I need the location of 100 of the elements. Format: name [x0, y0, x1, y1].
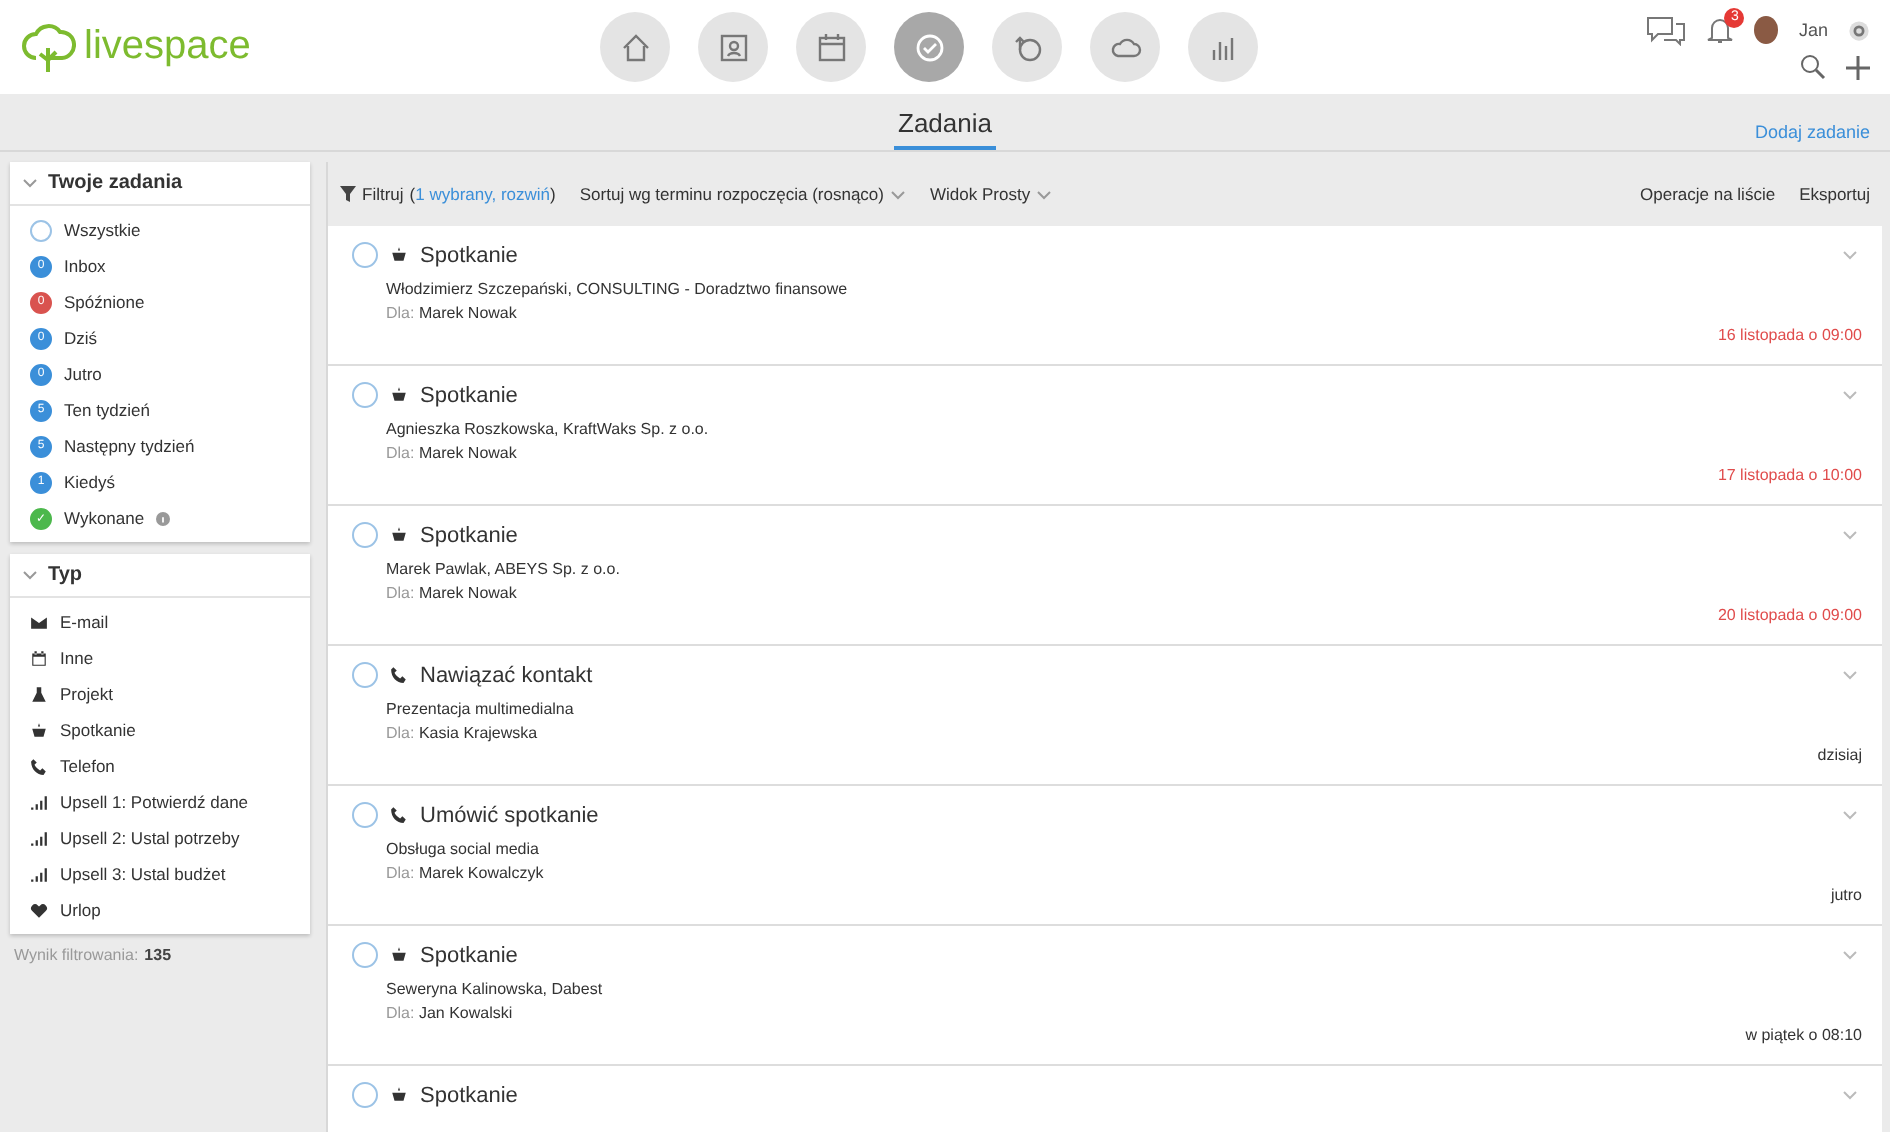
expand-icon[interactable] [1842, 250, 1858, 260]
assignee-label: Dla: [386, 1004, 415, 1022]
filter-label[interactable]: Filtruj [362, 184, 404, 204]
task-title: Spotkanie [420, 943, 518, 967]
expand-icon[interactable] [1842, 390, 1858, 400]
assignee-label: Dla: [386, 444, 415, 462]
assignee-label: Dla: [386, 304, 415, 322]
filter-item[interactable]: Wykonane [64, 508, 145, 528]
flask-icon [30, 685, 48, 703]
task-title: Spotkanie [420, 243, 518, 267]
type-item[interactable]: Urlop [60, 900, 101, 920]
expand-icon[interactable] [1842, 530, 1858, 540]
envelope-icon [30, 613, 48, 631]
task-title: Spotkanie [420, 1083, 518, 1107]
view-dropdown[interactable]: Widok Prosty [930, 184, 1031, 204]
due-date: 16 listopada o 09:00 [1717, 326, 1862, 344]
task-card[interactable]: Spotkanie Włodzimierz Szczepański, CONSULTING - Doradztwo finansowe Dla: Marek Nowak 16 listopada o 09:00 [328, 226, 1882, 366]
list-operations-link[interactable]: Operacje na liście [1640, 184, 1776, 204]
task-checkbox[interactable] [352, 662, 378, 688]
filter-item[interactable]: Jutro [64, 364, 102, 384]
bell-icon[interactable] [1706, 15, 1735, 45]
expand-icon[interactable] [1842, 1090, 1858, 1100]
task-checkbox[interactable] [352, 942, 378, 968]
caret-icon[interactable] [890, 189, 906, 199]
filter-item[interactable]: Wszystkie [64, 220, 141, 240]
assignee-label: Dla: [386, 724, 415, 742]
type-item[interactable]: Upsell 2: Ustal potrzeby [60, 828, 240, 848]
task-subject: Agnieszka Roszkowska, KraftWaks Sp. z o.o. [386, 420, 711, 438]
nav-button[interactable] [1188, 12, 1258, 82]
check-circle-icon [913, 31, 945, 63]
task-title: Umówić spotkanie [420, 803, 599, 827]
plus-icon[interactable] [1846, 55, 1870, 79]
task-checkbox[interactable] [352, 522, 378, 548]
task-card[interactable]: Spotkanie Marek Pawlak, ABEYS Sp. z o.o. Dla: Marek Nowak 20 listopada o 09:00 [328, 506, 1882, 646]
assignee-label: Dla: [386, 584, 415, 602]
assignee-label: Dla: [386, 864, 415, 882]
assignee-name: Marek Nowak [418, 584, 517, 602]
settings-icon[interactable] [1848, 19, 1870, 41]
expand-icon[interactable] [1842, 950, 1858, 960]
bars-icon [30, 793, 48, 811]
filter-item[interactable]: Inbox [64, 256, 106, 276]
assignee-name: Kasia Krajewska [418, 724, 538, 742]
chat-icon[interactable] [1646, 14, 1687, 46]
expand-icon[interactable] [1842, 670, 1858, 680]
collapse-icon[interactable] [22, 570, 38, 580]
task-subject: Marek Pawlak, ABEYS Sp. z o.o. [386, 560, 622, 578]
search-icon[interactable] [1800, 54, 1826, 80]
coffee-cup-icon [390, 246, 408, 264]
task-subject: Obsługa social media [386, 840, 541, 858]
filter-item[interactable]: Następny tydzień [64, 436, 195, 456]
task-card[interactable]: Spotkanie [328, 1066, 1882, 1132]
house-icon [619, 31, 651, 63]
bars-icon [30, 829, 48, 847]
sort-dropdown[interactable]: Sortuj wg terminu rozpoczęcia (rosnąco) [579, 184, 884, 204]
filter-item[interactable]: Ten tydzień [64, 400, 150, 420]
task-card[interactable]: Umówić spotkanie Obsługa social media Dla: Marek Kowalczyk jutro [328, 786, 1882, 926]
task-card[interactable]: Spotkanie Seweryna Kalinowska, Dabest Dla: Jan Kowalski w piątek o 08:10 [328, 926, 1882, 1066]
filter-item[interactable]: Kiedyś [64, 472, 116, 492]
task-title: Spotkanie [420, 383, 518, 407]
assignee-name: Jan Kowalski [418, 1004, 513, 1022]
type-item[interactable]: Spotkanie [60, 720, 136, 740]
filter-item[interactable]: Spóźnione [64, 292, 145, 312]
phone-icon [30, 757, 48, 775]
user-name[interactable]: Jan [1798, 20, 1828, 40]
nav-button[interactable] [894, 12, 964, 82]
task-card[interactable]: Nawiązać kontakt Prezentacja multimedialna Dla: Kasia Krajewska dzisiaj [328, 646, 1882, 786]
type-item[interactable]: Upsell 1: Potwierdź dane [60, 792, 249, 812]
phone-icon [390, 806, 408, 824]
collapse-icon[interactable] [22, 178, 38, 188]
type-item[interactable]: E-mail [60, 612, 109, 632]
calendar-icon [30, 649, 48, 667]
coffee-cup-icon [390, 386, 408, 404]
nav-button[interactable] [698, 12, 768, 82]
export-link[interactable]: Eksportuj [1799, 184, 1870, 204]
task-subject: Seweryna Kalinowska, Dabest [386, 980, 605, 998]
bars-icon [30, 865, 48, 883]
heart-icon [30, 901, 48, 919]
task-subject: Włodzimierz Szczepański, CONSULTING - Doradztwo finansowe [386, 280, 850, 298]
phone-icon [390, 666, 408, 684]
filter-item[interactable]: Dziś [64, 328, 98, 348]
nav-button[interactable] [992, 12, 1062, 82]
caret-icon[interactable] [1036, 189, 1053, 199]
assignee-name: Marek Nowak [418, 444, 517, 462]
nav-button[interactable] [1090, 12, 1160, 82]
panel-title: Typ [48, 564, 83, 586]
nav-button[interactable] [600, 12, 670, 82]
avatar[interactable] [1754, 16, 1779, 44]
type-item[interactable]: Upsell 3: Ustal budżet [60, 864, 226, 884]
task-checkbox[interactable] [352, 802, 378, 828]
due-date: w piątek o 08:10 [1745, 1026, 1862, 1044]
task-checkbox[interactable] [352, 1082, 378, 1108]
task-card[interactable]: Spotkanie Agnieszka Roszkowska, KraftWaks Sp. z o.o. Dla: Marek Nowak 17 listopada o 10:00 [328, 366, 1882, 506]
expand-icon[interactable] [1842, 810, 1858, 820]
task-checkbox[interactable] [352, 242, 378, 268]
type-item[interactable]: Projekt [60, 684, 113, 704]
task-checkbox[interactable] [352, 382, 378, 408]
type-item[interactable]: Inne [60, 648, 94, 668]
type-item[interactable]: Telefon [60, 756, 115, 776]
result-label: Wynik filtrowania: [14, 946, 139, 964]
nav-button[interactable] [796, 12, 866, 82]
